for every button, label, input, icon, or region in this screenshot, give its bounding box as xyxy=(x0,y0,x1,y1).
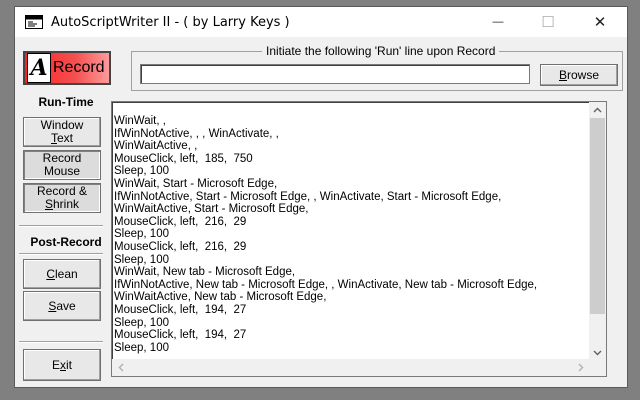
window-text-button[interactable]: Window Text xyxy=(23,117,101,147)
scrollbar-corner xyxy=(589,359,606,376)
record-button[interactable]: A Record xyxy=(23,51,111,85)
run-line-legend: Initiate the following 'Run' line upon R… xyxy=(262,44,500,58)
exit-button[interactable]: Exit xyxy=(23,349,101,381)
record-mouse-button[interactable]: Record Mouse xyxy=(23,150,101,180)
clean-label: Clean xyxy=(46,266,78,281)
client-area: A Record Initiate the following 'Run' li… xyxy=(15,37,627,387)
clean-button[interactable]: Clean xyxy=(23,259,101,289)
record-shrink-line2: Shrink xyxy=(44,197,80,211)
vertical-scrollbar[interactable] xyxy=(589,102,606,360)
save-button[interactable]: Save xyxy=(23,291,101,321)
vertical-scroll-thumb[interactable] xyxy=(590,118,605,314)
chevron-down-icon[interactable] xyxy=(590,345,605,360)
horizontal-scrollbar[interactable] xyxy=(112,359,589,376)
close-icon: ✕ xyxy=(593,14,607,31)
browse-label: Browse xyxy=(558,68,600,82)
sidebar-divider-3 xyxy=(19,341,103,343)
app-window: AutoScriptWriter II - ( by Larry Keys ) … xyxy=(14,6,628,388)
script-editor[interactable]: WinWait, , IfWinNotActive, , , WinActiva… xyxy=(111,101,607,377)
maximize-button[interactable]: ☐ xyxy=(525,7,571,37)
maximize-icon: ☐ xyxy=(541,14,555,31)
postrecord-label: Post-Record xyxy=(30,235,102,249)
minimize-button[interactable]: — xyxy=(475,7,521,37)
chevron-up-icon[interactable] xyxy=(590,102,605,117)
chevron-right-icon[interactable] xyxy=(573,360,588,375)
exit-label: Exit xyxy=(51,357,72,372)
sidebar-divider-2 xyxy=(19,253,103,255)
title-bar[interactable]: AutoScriptWriter II - ( by Larry Keys ) … xyxy=(15,7,627,37)
window-text-line2: Text xyxy=(50,131,73,145)
close-button[interactable]: ✕ xyxy=(577,7,623,37)
run-line-group: Initiate the following 'Run' line upon R… xyxy=(131,44,623,91)
browse-button[interactable]: Browse xyxy=(540,64,618,86)
run-line-input[interactable] xyxy=(140,64,530,84)
runtime-label: Run-Time xyxy=(38,95,94,109)
sidebar-divider-1 xyxy=(19,225,103,227)
window-title: AutoScriptWriter II - ( by Larry Keys ) xyxy=(51,15,290,30)
chevron-left-icon[interactable] xyxy=(113,360,128,375)
record-label: Record xyxy=(53,59,105,76)
minimize-icon: — xyxy=(492,16,504,28)
record-mouse-line2: Mouse xyxy=(43,164,81,178)
record-logo-icon: A xyxy=(27,53,51,83)
save-label: Save xyxy=(48,298,76,313)
record-shrink-button[interactable]: Record & Shrink xyxy=(23,183,101,213)
script-text[interactable]: WinWait, , IfWinNotActive, , , WinActiva… xyxy=(114,115,588,359)
app-window-icon xyxy=(25,15,43,29)
